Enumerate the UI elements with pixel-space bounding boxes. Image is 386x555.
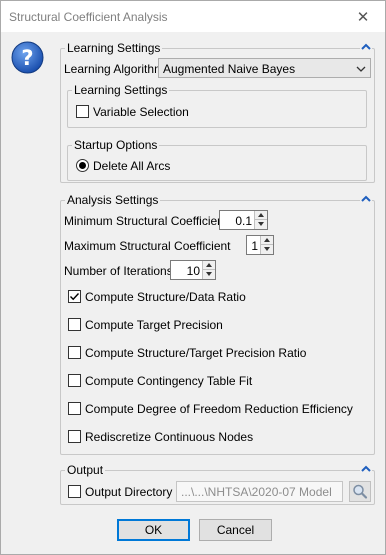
- compute-structure-target-precision-ratio-label[interactable]: Compute Structure/Target Precision Ratio: [85, 346, 306, 360]
- rediscretize-continuous-nodes-label[interactable]: Rediscretize Continuous Nodes: [85, 430, 253, 444]
- analysis-settings-group: Analysis Settings Minimum Structural Coe…: [60, 193, 375, 455]
- max-coefficient-value: 1: [251, 239, 258, 253]
- compute-structure-data-ratio-label[interactable]: Compute Structure/Data Ratio: [85, 290, 246, 304]
- algorithm-select[interactable]: Augmented Naive Bayes: [158, 58, 371, 78]
- learning-settings-group: Learning Settings Learning Algorithm Aug…: [60, 41, 375, 183]
- output-directory-value: ...\...\NHTSA\2020-07 Model: [181, 485, 332, 499]
- delete-all-arcs-radio[interactable]: [76, 159, 89, 172]
- browse-button[interactable]: [349, 481, 371, 502]
- compute-structure-target-precision-ratio-checkbox[interactable]: [68, 346, 81, 359]
- spin-down-icon[interactable]: [255, 220, 267, 229]
- output-directory-label[interactable]: Output Directory: [85, 485, 172, 499]
- algorithm-select-value: Augmented Naive Bayes: [163, 62, 296, 76]
- max-coefficient-spinner[interactable]: 1: [246, 235, 274, 255]
- ok-button[interactable]: OK: [117, 519, 190, 541]
- iterations-label: Number of Iterations: [64, 264, 173, 278]
- variable-selection-checkbox[interactable]: [76, 105, 89, 118]
- rediscretize-continuous-nodes-checkbox[interactable]: [68, 430, 81, 443]
- delete-all-arcs-label[interactable]: Delete All Arcs: [93, 159, 170, 173]
- cancel-button[interactable]: Cancel: [199, 519, 272, 541]
- cancel-button-label: Cancel: [216, 523, 255, 537]
- iterations-spinner[interactable]: 10: [170, 260, 216, 280]
- window-title: Structural Coefficient Analysis: [9, 10, 168, 24]
- chevron-up-icon[interactable]: [360, 42, 372, 52]
- spin-up-icon[interactable]: [255, 211, 267, 220]
- compute-contingency-table-fit-label[interactable]: Compute Contingency Table Fit: [85, 374, 252, 388]
- compute-structure-data-ratio-checkbox[interactable]: [68, 290, 81, 303]
- close-icon: ✕: [356, 8, 370, 26]
- compute-target-precision-checkbox[interactable]: [68, 318, 81, 331]
- output-directory-field[interactable]: ...\...\NHTSA\2020-07 Model: [176, 481, 343, 502]
- checkmark-icon: [70, 293, 80, 301]
- compute-target-precision-label[interactable]: Compute Target Precision: [85, 318, 223, 332]
- ok-button-label: OK: [144, 523, 163, 537]
- inner-learning-settings-legend: Learning Settings: [72, 83, 170, 97]
- startup-options-group: Startup Options Delete All Arcs: [67, 138, 367, 181]
- output-group: Output Output Directory ...\...\NHTSA\20…: [60, 463, 375, 505]
- compute-dof-reduction-efficiency-label[interactable]: Compute Degree of Freedom Reduction Effi…: [85, 402, 353, 416]
- compute-contingency-table-fit-checkbox[interactable]: [68, 374, 81, 387]
- spin-down-icon[interactable]: [203, 270, 215, 279]
- min-coefficient-label: Minimum Structural Coefficient: [64, 214, 228, 228]
- analysis-settings-legend: Analysis Settings: [65, 193, 161, 207]
- chevron-up-icon[interactable]: [360, 464, 372, 474]
- svg-text:?: ?: [21, 46, 33, 70]
- magnifier-icon: [353, 484, 368, 499]
- spin-up-icon[interactable]: [203, 261, 215, 270]
- iterations-stepper: [202, 261, 215, 279]
- iterations-value: 10: [186, 264, 200, 278]
- chevron-down-icon: [356, 63, 366, 73]
- compute-dof-reduction-efficiency-checkbox[interactable]: [68, 402, 81, 415]
- output-directory-checkbox[interactable]: [68, 485, 81, 498]
- question-mark-icon: ?: [11, 41, 44, 74]
- learning-settings-legend: Learning Settings: [65, 41, 163, 55]
- min-coefficient-spinner[interactable]: 0.1: [219, 210, 268, 230]
- min-coefficient-stepper: [254, 211, 267, 229]
- close-button[interactable]: ✕: [341, 1, 385, 32]
- max-coefficient-label: Maximum Structural Coefficient: [64, 239, 231, 253]
- variable-selection-label[interactable]: Variable Selection: [93, 105, 189, 119]
- algorithm-label: Learning Algorithm: [64, 62, 165, 76]
- spin-down-icon[interactable]: [261, 245, 273, 254]
- output-legend: Output: [65, 463, 106, 477]
- chevron-up-icon[interactable]: [360, 194, 372, 204]
- inner-learning-settings-group: Learning Settings Variable Selection: [67, 83, 367, 128]
- startup-options-legend: Startup Options: [72, 138, 160, 152]
- max-coefficient-stepper: [260, 236, 273, 254]
- title-bar: Structural Coefficient Analysis ✕: [1, 1, 385, 32]
- min-coefficient-value: 0.1: [235, 214, 252, 228]
- dialog-window: Structural Coefficient Analysis ✕ ? Lear…: [0, 0, 386, 555]
- spin-up-icon[interactable]: [261, 236, 273, 245]
